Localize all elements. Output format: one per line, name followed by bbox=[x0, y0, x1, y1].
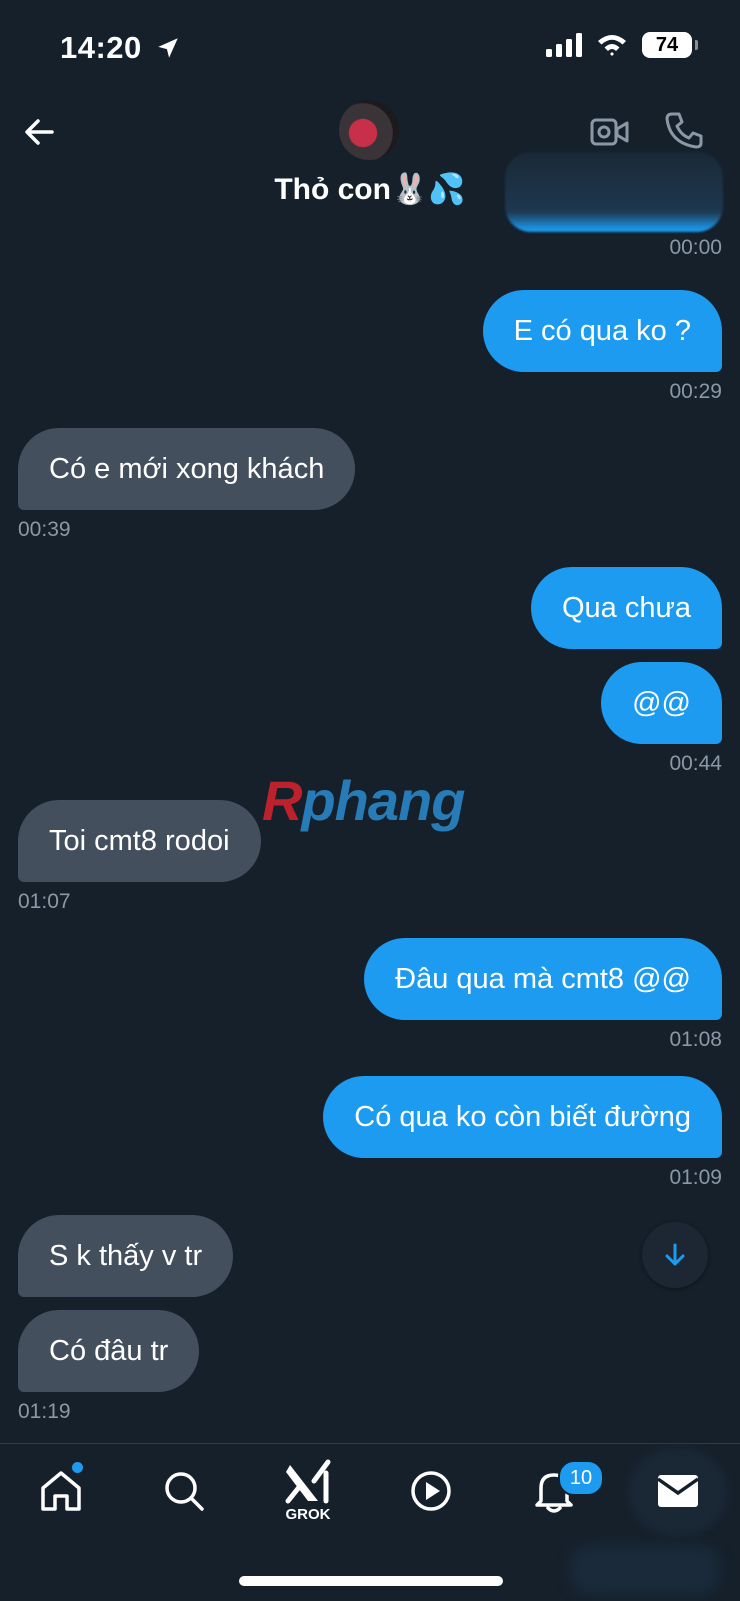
received-message[interactable]: S k thấy v tr bbox=[18, 1215, 234, 1297]
grok-label: GROK bbox=[285, 1506, 331, 1523]
message-time: 01:07 bbox=[18, 890, 71, 913]
search-icon bbox=[165, 1472, 204, 1511]
message-time: 00:44 bbox=[669, 752, 722, 775]
location-arrow-icon bbox=[158, 38, 178, 58]
mail-icon bbox=[656, 1475, 700, 1507]
blurred-area bbox=[570, 1545, 720, 1595]
blurred-message bbox=[505, 152, 723, 232]
phone-icon[interactable] bbox=[664, 110, 704, 150]
watermark-logo: Rphang bbox=[262, 769, 465, 832]
tab-grok[interactable] bbox=[280, 1455, 336, 1511]
tab-messages[interactable] bbox=[650, 1463, 706, 1519]
received-message[interactable]: Có e mới xong khách bbox=[18, 428, 356, 510]
message-time: 00:29 bbox=[669, 380, 722, 403]
battery-icon: 74 bbox=[642, 32, 698, 58]
tab-video[interactable] bbox=[403, 1463, 459, 1519]
avatar[interactable] bbox=[339, 100, 399, 160]
message-time: 01:08 bbox=[669, 1028, 722, 1051]
message-time: 00:39 bbox=[18, 518, 71, 541]
home-icon bbox=[41, 1471, 81, 1511]
signal-icon bbox=[546, 33, 582, 57]
home-indicator[interactable] bbox=[239, 1576, 503, 1586]
message-time: 01:19 bbox=[18, 1400, 71, 1423]
notifications-badge: 10 bbox=[558, 1460, 604, 1496]
tab-search[interactable] bbox=[156, 1463, 212, 1519]
sent-message[interactable]: @@ bbox=[601, 662, 722, 744]
sent-message[interactable]: Có qua ko còn biết đường bbox=[323, 1076, 722, 1158]
message-time: 01:09 bbox=[669, 1166, 722, 1189]
sent-message[interactable]: E có qua ko ? bbox=[482, 290, 722, 372]
grok-icon bbox=[285, 1459, 331, 1504]
wifi-icon bbox=[598, 35, 626, 56]
status-indicators: 74 bbox=[546, 32, 698, 58]
home-unread-dot bbox=[72, 1462, 83, 1473]
video-call-icon[interactable] bbox=[590, 112, 630, 152]
received-message[interactable]: Toi cmt8 rodoi bbox=[18, 800, 261, 882]
scroll-to-bottom-button[interactable] bbox=[642, 1222, 708, 1288]
arrow-down-icon bbox=[665, 1243, 685, 1266]
back-arrow-icon[interactable] bbox=[18, 110, 62, 154]
status-time: 14:20 bbox=[60, 30, 181, 66]
battery-level: 74 bbox=[655, 33, 679, 56]
sent-message[interactable]: Đâu qua mà cmt8 @@ bbox=[364, 938, 722, 1020]
message-time: 00:00 bbox=[669, 236, 722, 259]
play-icon bbox=[411, 1471, 451, 1511]
sent-message[interactable]: Qua chưa bbox=[530, 567, 722, 649]
received-message[interactable]: Có đâu tr bbox=[18, 1310, 200, 1392]
